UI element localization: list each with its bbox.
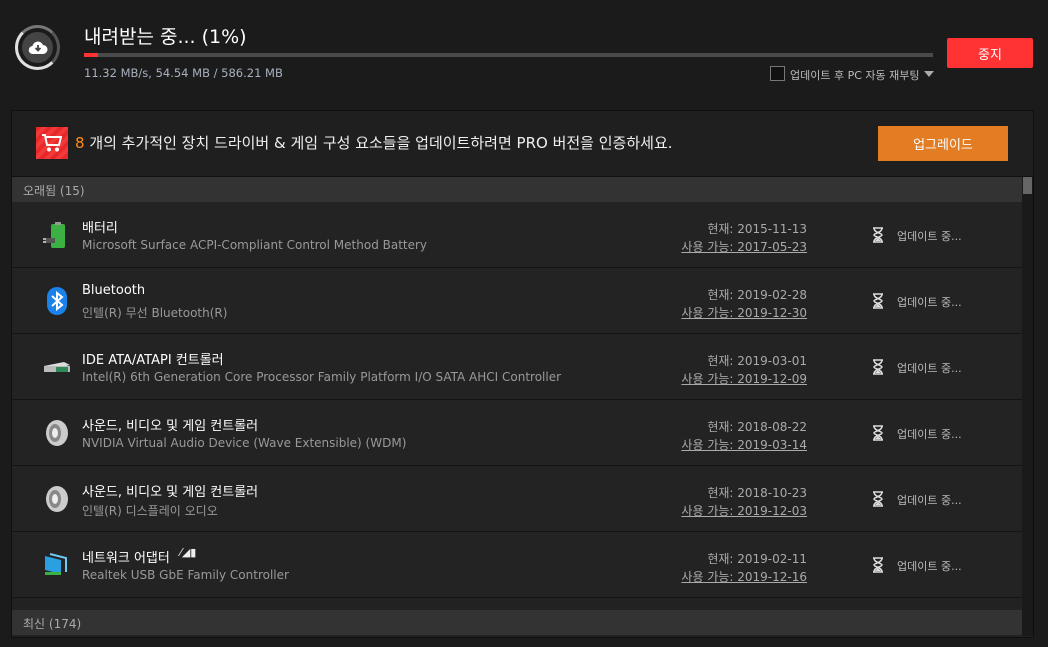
driver-description: 인텔(R) 무선 Bluetooth(R): [82, 306, 228, 320]
update-status: 업데이트 중...: [897, 428, 962, 441]
speaker-icon: [42, 484, 72, 514]
battery-icon: [42, 220, 72, 250]
hourglass-icon: [872, 557, 884, 573]
scrollbar-thumb[interactable]: [1023, 177, 1032, 194]
speaker-icon: [42, 418, 72, 448]
download-progress-bar: [84, 53, 933, 57]
cloud-download-icon: [22, 32, 53, 63]
group-header-outdated[interactable]: 오래됨 (15): [12, 177, 1022, 202]
driver-description: 인텔(R) 디스플레이 오디오: [82, 504, 218, 518]
bluetooth-icon: [42, 286, 72, 316]
hourglass-icon: [872, 359, 884, 375]
list-spacer: [12, 598, 1022, 610]
auto-reboot-label[interactable]: 업데이트 후 PC 자동 재부팅: [790, 67, 920, 83]
unsigned-driver-icon: ⁄◢▮: [180, 546, 197, 559]
driver-name: 사운드, 비디오 및 게임 컨트롤러: [82, 419, 259, 434]
update-status: 업데이트 중...: [897, 296, 962, 309]
update-status: 업데이트 중...: [897, 494, 962, 507]
available-version-link[interactable]: 사용 가능: 2019-12-30: [681, 304, 807, 321]
current-version-date: 현재: 2019-02-11: [707, 552, 807, 566]
download-progress-fill: [84, 53, 98, 57]
driver-description: Realtek USB GbE Family Controller: [82, 568, 289, 582]
driver-name: Bluetooth: [82, 283, 146, 298]
ide-controller-icon: [42, 352, 72, 382]
available-version-link[interactable]: 사용 가능: 2019-03-14: [681, 436, 807, 453]
current-version-date: 현재: 2015-11-13: [707, 222, 807, 236]
download-stats: 11.32 MB/s, 54.54 MB / 586.21 MB: [84, 66, 283, 80]
current-version-date: 현재: 2018-08-22: [707, 420, 807, 434]
available-version-link[interactable]: 사용 가능: 2019-12-03: [681, 502, 807, 519]
update-status: 업데이트 중...: [897, 230, 962, 243]
auto-reboot-checkbox[interactable]: [770, 66, 785, 81]
chevron-down-icon[interactable]: [924, 71, 934, 77]
upgrade-button[interactable]: 업그레이드: [878, 126, 1008, 161]
current-version-date: 현재: 2018-10-23: [707, 486, 807, 500]
driver-row[interactable]: 네트워크 어댑터 Realtek USB GbE Family Controll…: [12, 532, 1022, 598]
driver-description: Intel(R) 6th Generation Core Processor F…: [82, 370, 562, 384]
driver-name: 배터리: [82, 221, 118, 236]
driver-name: 네트워크 어댑터: [82, 551, 170, 566]
available-version-link[interactable]: 사용 가능: 2019-12-16: [681, 568, 807, 585]
network-adapter-icon: [42, 550, 72, 580]
driver-row[interactable]: 사운드, 비디오 및 게임 컨트롤러 인텔(R) 디스플레이 오디오 현재: 2…: [12, 466, 1022, 532]
scrollbar[interactable]: [1022, 177, 1033, 636]
update-status: 업데이트 중...: [897, 362, 962, 375]
hourglass-icon: [872, 425, 884, 441]
promo-count: 8: [75, 134, 85, 152]
current-version-date: 현재: 2019-02-28: [707, 288, 807, 302]
hourglass-icon: [872, 491, 884, 507]
available-version-link[interactable]: 사용 가능: 2017-05-23: [681, 238, 807, 255]
download-title: 내려받는 중... (1%): [84, 26, 247, 48]
current-version-date: 현재: 2019-03-01: [707, 354, 807, 368]
group-header-latest[interactable]: 최신 (174): [12, 610, 1022, 635]
stop-button[interactable]: 중지: [947, 38, 1033, 68]
promo-text: 8 개의 추가적인 장치 드라이버 & 게임 구성 요소들을 업데이트하려면 P…: [75, 132, 673, 153]
shopping-cart-icon: [36, 127, 68, 159]
driver-name: IDE ATA/ATAPI 컨트롤러: [82, 353, 224, 368]
driver-name: 사운드, 비디오 및 게임 컨트롤러: [82, 485, 259, 500]
driver-description: Microsoft Surface ACPI-Compliant Control…: [82, 238, 428, 252]
driver-row[interactable]: IDE ATA/ATAPI 컨트롤러 Intel(R) 6th Generati…: [12, 334, 1022, 400]
driver-row[interactable]: Bluetooth 인텔(R) 무선 Bluetooth(R) 현재: 2019…: [12, 268, 1022, 334]
driver-row[interactable]: 배터리 Microsoft Surface ACPI-Compliant Con…: [12, 202, 1022, 268]
driver-row[interactable]: 사운드, 비디오 및 게임 컨트롤러 NVIDIA Virtual Audio …: [12, 400, 1022, 466]
available-version-link[interactable]: 사용 가능: 2019-12-09: [681, 370, 807, 387]
hourglass-icon: [872, 293, 884, 309]
update-status: 업데이트 중...: [897, 560, 962, 573]
hourglass-icon: [872, 227, 884, 243]
driver-description: NVIDIA Virtual Audio Device (Wave Extens…: [82, 436, 407, 450]
download-progress-ring: [15, 25, 60, 70]
promo-message: 개의 추가적인 장치 드라이버 & 게임 구성 요소들을 업데이트하려면 PRO…: [84, 134, 673, 152]
